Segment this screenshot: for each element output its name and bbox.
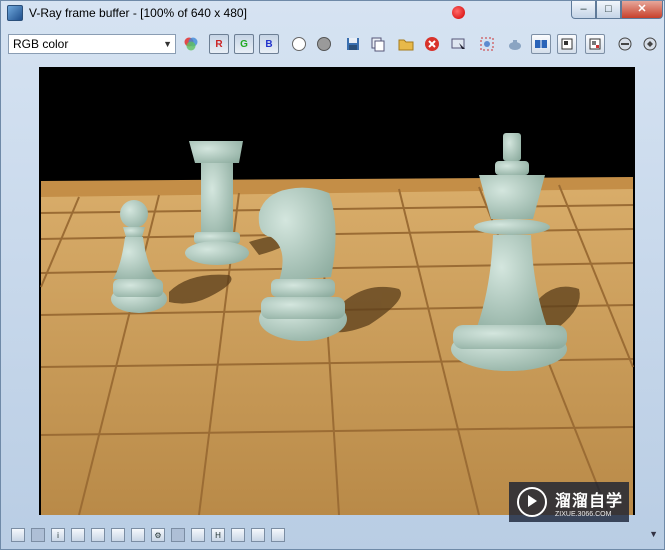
- color-picker-icon[interactable]: [181, 34, 201, 54]
- h-button[interactable]: H: [211, 528, 225, 542]
- history-icon[interactable]: [557, 34, 577, 54]
- mono-channel-icon[interactable]: [314, 34, 334, 54]
- vray-frame-buffer-window: V-Ray frame buffer - [100% of 640 x 480]…: [0, 0, 665, 550]
- copy-image-icon[interactable]: [368, 34, 388, 54]
- bar-chart-icon[interactable]: [251, 528, 265, 542]
- info-icon[interactable]: i: [51, 528, 65, 542]
- green-channel-button[interactable]: G: [234, 34, 254, 54]
- channel-value: RGB color: [13, 37, 69, 51]
- chess-render-scene: [40, 133, 634, 515]
- maximize-button[interactable]: □: [596, 1, 621, 19]
- compare-view-icon[interactable]: [531, 34, 551, 54]
- watermark-logo: 溜溜自学 ZIXUE.3066.COM: [509, 482, 629, 522]
- histogram-icon[interactable]: [91, 528, 105, 542]
- clear-image-icon[interactable]: [422, 34, 442, 54]
- open-folder-icon[interactable]: [396, 34, 416, 54]
- lens-effects-icon[interactable]: [615, 34, 635, 54]
- toggle-panel-icon[interactable]: [11, 528, 25, 542]
- teapot-render-icon[interactable]: [505, 34, 525, 54]
- record-icon: [452, 6, 465, 19]
- stereo-view-icon[interactable]: [640, 34, 660, 54]
- white-channel-icon[interactable]: [289, 34, 309, 54]
- minimize-button[interactable]: –: [571, 1, 596, 19]
- compare-icon[interactable]: [271, 528, 285, 542]
- save-image-icon[interactable]: [343, 34, 363, 54]
- status-bar: i ⚙ H ▼: [1, 523, 664, 549]
- render-image[interactable]: [39, 67, 635, 515]
- app-icon: [7, 5, 23, 21]
- chevron-down-icon: ▼: [163, 39, 172, 49]
- color-correction-icon[interactable]: [585, 34, 605, 54]
- ocio-icon[interactable]: [231, 528, 245, 542]
- curve-icon[interactable]: [131, 528, 145, 542]
- red-channel-button[interactable]: R: [209, 34, 229, 54]
- lut-icon[interactable]: [191, 528, 205, 542]
- blue-channel-label: B: [265, 38, 273, 50]
- levels-icon[interactable]: [111, 528, 125, 542]
- green-channel-label: G: [240, 38, 248, 50]
- play-logo-icon: [517, 487, 547, 517]
- info-panel-icon[interactable]: [31, 528, 45, 542]
- close-button[interactable]: ✕: [621, 1, 663, 19]
- region-render-icon[interactable]: [477, 34, 497, 54]
- red-channel-label: R: [215, 38, 223, 50]
- channel-dropdown[interactable]: RGB color ▼: [8, 34, 176, 54]
- window-title: V-Ray frame buffer - [100% of 640 x 480]: [29, 6, 247, 20]
- watermark-url: ZIXUE.3066.COM: [555, 510, 612, 518]
- srgb-icon[interactable]: [171, 528, 185, 542]
- settings-gear-icon[interactable]: ⚙: [151, 528, 165, 542]
- track-mouse-icon[interactable]: [449, 34, 469, 54]
- toolbar: RGB color ▼ R G B: [7, 29, 660, 59]
- watermark-brand: 溜溜自学: [555, 492, 624, 510]
- title-bar[interactable]: V-Ray frame buffer - [100% of 640 x 480]…: [1, 1, 664, 25]
- h-label: H: [215, 530, 221, 540]
- blue-channel-button[interactable]: B: [259, 34, 279, 54]
- stamp-icon[interactable]: [71, 528, 85, 542]
- chevron-down-icon[interactable]: ▼: [649, 529, 658, 539]
